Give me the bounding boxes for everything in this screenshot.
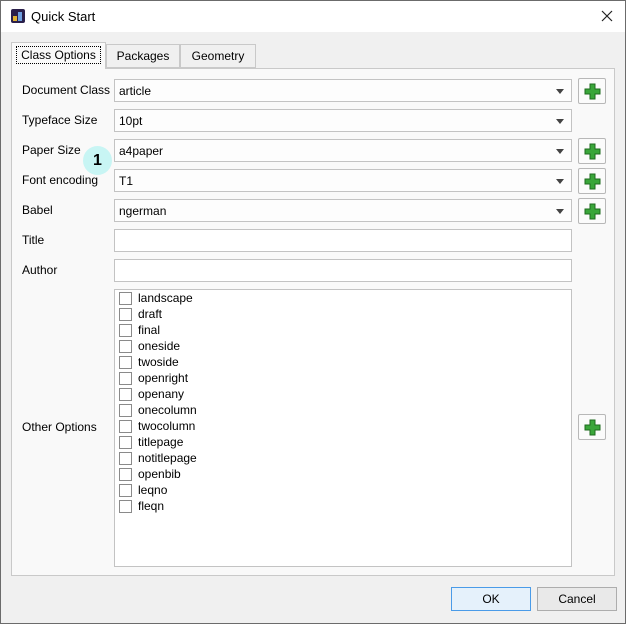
checkbox[interactable]	[119, 468, 132, 481]
checkbox[interactable]	[119, 420, 132, 433]
checkbox[interactable]	[119, 308, 132, 321]
option-label: fleqn	[138, 499, 165, 513]
tab-label: Geometry	[191, 49, 245, 63]
option-label: final	[138, 323, 161, 337]
checkbox[interactable]	[119, 404, 132, 417]
option-label: oneside	[138, 339, 181, 353]
tab-class-options[interactable]: Class Options	[11, 42, 106, 69]
babel-value: ngerman	[119, 204, 167, 218]
close-icon	[601, 10, 613, 22]
chevron-down-icon	[556, 179, 564, 184]
cancel-button[interactable]: Cancel	[537, 587, 617, 611]
babel-label: Babel	[22, 203, 53, 217]
green-plus-icon	[584, 83, 601, 100]
typeface-size-value: 10pt	[119, 114, 143, 128]
option-label: openright	[138, 371, 189, 385]
checkbox[interactable]	[119, 372, 132, 385]
font-encoding-value: T1	[119, 174, 134, 188]
app-icon	[11, 9, 25, 23]
chevron-down-icon	[556, 209, 564, 214]
checkbox[interactable]	[119, 500, 132, 513]
title-label: Title	[22, 233, 45, 247]
checkbox[interactable]	[119, 436, 132, 449]
option-label: onecolumn	[138, 403, 197, 417]
green-plus-icon	[584, 143, 601, 160]
option-label: twoside	[138, 355, 179, 369]
green-plus-icon	[584, 419, 601, 436]
paper-size-label: Paper Size	[22, 143, 81, 157]
document-class-label: Document Class	[22, 83, 111, 97]
option-label: openbib	[138, 467, 181, 481]
close-button[interactable]	[595, 5, 619, 27]
typeface-size-select[interactable]: 10pt	[114, 109, 572, 132]
add-other-option-button[interactable]	[578, 414, 606, 440]
typeface-size-label: Typeface Size	[22, 113, 98, 127]
title-bar: Quick Start	[1, 1, 625, 32]
add-font-encoding-button[interactable]	[578, 168, 606, 194]
ok-button[interactable]: OK	[451, 587, 531, 611]
other-options-label: Other Options	[22, 420, 97, 434]
title-input[interactable]	[114, 229, 572, 252]
checkbox[interactable]	[119, 340, 132, 353]
tab-label: Class Options	[16, 46, 101, 64]
option-label: openany	[138, 387, 185, 401]
other-options-list[interactable]: landscape draft final oneside twoside op…	[114, 289, 572, 567]
chevron-down-icon	[556, 149, 564, 154]
document-class-select[interactable]: article	[114, 79, 572, 102]
chevron-down-icon	[556, 119, 564, 124]
option-label: notitlepage	[138, 451, 197, 465]
option-label: titlepage	[138, 435, 184, 449]
option-label: twocolumn	[138, 419, 196, 433]
checkbox[interactable]	[119, 452, 132, 465]
author-input[interactable]	[114, 259, 572, 282]
checkbox[interactable]	[119, 388, 132, 401]
checkbox[interactable]	[119, 292, 132, 305]
option-label: landscape	[138, 291, 193, 305]
green-plus-icon	[584, 173, 601, 190]
window-title: Quick Start	[31, 9, 96, 24]
tab-packages[interactable]: Packages	[106, 44, 180, 68]
checkbox[interactable]	[119, 324, 132, 337]
checkbox[interactable]	[119, 484, 132, 497]
annotation-marker: 1	[83, 146, 112, 175]
green-plus-icon	[584, 203, 601, 220]
paper-size-select[interactable]: a4paper	[114, 139, 572, 162]
checkbox[interactable]	[119, 356, 132, 369]
add-babel-button[interactable]	[578, 198, 606, 224]
tab-label: Packages	[116, 49, 170, 63]
add-paper-size-button[interactable]	[578, 138, 606, 164]
author-label: Author	[22, 263, 58, 277]
document-class-value: article	[119, 84, 152, 98]
tab-geometry[interactable]: Geometry	[180, 44, 256, 68]
font-encoding-select[interactable]: T1	[114, 169, 572, 192]
add-document-class-button[interactable]	[578, 78, 606, 104]
babel-select[interactable]: ngerman	[114, 199, 572, 222]
option-label: leqno	[138, 483, 168, 497]
option-label: draft	[138, 307, 163, 321]
font-encoding-label: Font encoding	[22, 173, 99, 187]
paper-size-value: a4paper	[119, 144, 164, 158]
chevron-down-icon	[556, 89, 564, 94]
quick-start-dialog: Quick Start Class Options Packages Geome…	[0, 0, 626, 624]
